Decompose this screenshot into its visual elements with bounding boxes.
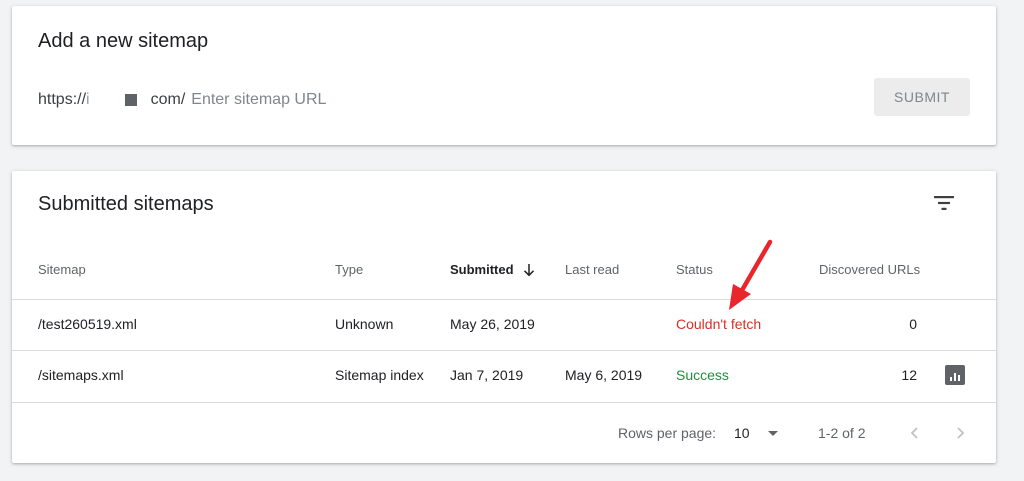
url-prefix-faint: i [86, 91, 90, 108]
row-status: Success [676, 367, 729, 383]
redacted-domain-block [124, 94, 137, 106]
pagination-footer: Rows per page: 10 1-2 of 2 [12, 413, 996, 453]
rows-per-page-select[interactable]: 10 [734, 425, 778, 441]
submit-button[interactable]: SUBMIT [874, 78, 970, 116]
next-page-icon[interactable] [949, 421, 973, 445]
add-sitemap-card: Add a new sitemap https://i com/ SUBMIT [12, 6, 996, 145]
rows-per-page-value: 10 [734, 425, 750, 441]
column-header-submitted-label: Submitted [450, 262, 514, 277]
row-sitemap-path: /test260519.xml [38, 316, 137, 332]
row-last-read: May 6, 2019 [565, 367, 643, 383]
rows-per-page-label: Rows per page: [618, 425, 717, 441]
row-discovered-urls: 12 [901, 367, 917, 383]
table-bottom-divider [12, 402, 996, 403]
row-discovered-urls: 0 [909, 316, 917, 332]
column-header-sitemap[interactable]: Sitemap [38, 262, 86, 277]
column-header-last-read[interactable]: Last read [565, 262, 619, 277]
url-prefix: https:// [38, 91, 87, 108]
row-status: Couldn't fetch [676, 316, 762, 332]
sitemap-url-row: https://i com/ [38, 89, 492, 111]
column-header-discovered-urls[interactable]: Discovered URLs [819, 262, 920, 277]
add-sitemap-title: Add a new sitemap [38, 30, 209, 52]
row-type: Sitemap index [335, 367, 424, 383]
row-submitted: May 26, 2019 [450, 316, 535, 332]
bar-chart-icon[interactable] [945, 365, 965, 385]
row-type: Unknown [335, 316, 394, 332]
filter-list-icon[interactable] [932, 191, 956, 215]
domain-suffix: com/ [150, 91, 186, 108]
arrow-down-icon [524, 264, 535, 277]
sitemap-url-input[interactable] [191, 91, 492, 109]
column-header-status[interactable]: Status [676, 262, 713, 277]
table-row[interactable]: /sitemaps.xml Sitemap index Jan 7, 2019 … [12, 350, 996, 401]
table-row[interactable]: /test260519.xml Unknown May 26, 2019 Cou… [12, 299, 996, 350]
pagination-range: 1-2 of 2 [818, 425, 866, 441]
caret-down-icon [767, 430, 778, 436]
column-header-type[interactable]: Type [335, 262, 363, 277]
previous-page-icon[interactable] [902, 421, 926, 445]
row-sitemap-path: /sitemaps.xml [38, 367, 124, 383]
submitted-sitemaps-title: Submitted sitemaps [38, 193, 214, 215]
submitted-sitemaps-card: Submitted sitemaps Sitemap Type Submitte… [12, 171, 996, 463]
column-header-submitted[interactable]: Submitted [450, 262, 535, 277]
row-submitted: Jan 7, 2019 [450, 367, 524, 383]
